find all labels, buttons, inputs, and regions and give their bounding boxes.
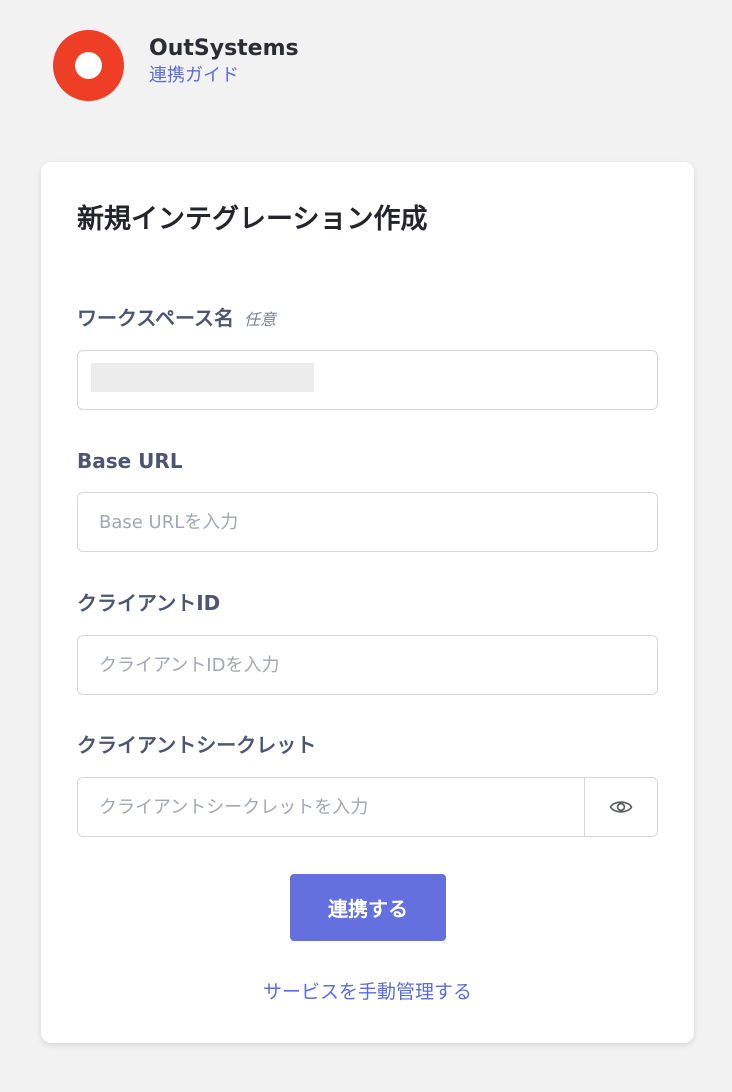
optional-badge: 任意 (244, 310, 277, 329)
workspace-name-label: ワークスペース名 任意 (77, 305, 276, 333)
base-url-label: Base URL (77, 449, 183, 473)
header-text: OutSystems 連携ガイド (149, 34, 299, 88)
client-secret-group (77, 777, 658, 837)
client-id-input[interactable] (77, 635, 658, 695)
client-secret-input[interactable] (78, 778, 584, 836)
app-header: OutSystems 連携ガイド (53, 30, 299, 101)
base-url-input[interactable] (77, 492, 658, 552)
integration-guide-link[interactable]: 連携ガイド (149, 64, 299, 88)
workspace-name-label-text: ワークスペース名 (77, 306, 234, 330)
workspace-name-value-redacted (91, 363, 314, 392)
app-name: OutSystems (149, 35, 299, 61)
logo-inner-circle (75, 52, 102, 79)
integration-form-card: 新規インテグレーション作成 ワークスペース名任意 Base URL クライアント… (41, 162, 694, 1043)
toggle-secret-visibility-button[interactable] (584, 778, 657, 836)
connect-button[interactable]: 連携する (290, 874, 446, 941)
manage-service-manually-link[interactable]: サービスを手動管理する (41, 979, 694, 1005)
outsystems-logo (53, 30, 124, 101)
eye-icon (609, 801, 633, 813)
client-id-label: クライアントID (77, 591, 221, 615)
client-secret-label: クライアントシークレット (77, 733, 317, 757)
page-title: 新規インテグレーション作成 (77, 204, 428, 235)
workspace-name-input[interactable] (77, 350, 658, 410)
